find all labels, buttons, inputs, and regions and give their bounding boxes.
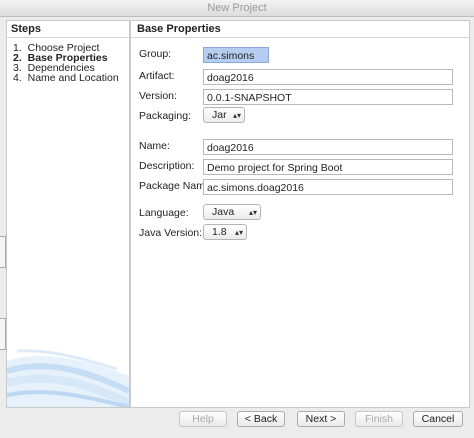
artifact-field[interactable]: doag2016 — [203, 69, 453, 85]
packaging-label: Packaging: — [139, 110, 191, 122]
packaging-select[interactable]: Jar ▴▾ — [203, 107, 245, 123]
back-button[interactable]: < Back — [237, 411, 285, 427]
package-name-field[interactable]: ac.simons.doag2016 — [203, 179, 453, 195]
chevron-up-down-icon: ▴▾ — [234, 228, 243, 237]
name-field[interactable]: doag2016 — [203, 139, 453, 155]
cancel-button[interactable]: Cancel — [413, 411, 463, 427]
packaging-selected-value: Jar — [212, 109, 227, 121]
panel-header-label: Base Properties — [137, 23, 221, 35]
new-project-dialog: New Project Steps 1. Choose Project 2. B… — [0, 0, 474, 438]
chevron-up-down-icon: ▴▾ — [232, 111, 241, 120]
java-version-selected-value: 1.8 — [212, 226, 227, 238]
description-field[interactable]: Demo project for Spring Boot — [203, 159, 453, 175]
version-label: Version: — [139, 90, 177, 102]
window-title: New Project — [207, 2, 267, 14]
step-name-and-location: 4. Name and Location — [13, 72, 119, 84]
name-label: Name: — [139, 140, 170, 152]
artifact-label: Artifact: — [139, 70, 175, 82]
help-button[interactable]: Help — [179, 411, 227, 427]
panel-header: Base Properties — [131, 21, 469, 38]
finish-button[interactable]: Finish — [355, 411, 403, 427]
group-label: Group: — [139, 48, 172, 60]
version-field[interactable]: 0.0.1-SNAPSHOT — [203, 89, 453, 105]
chevron-up-down-icon: ▴▾ — [248, 208, 257, 217]
language-label: Language: — [139, 207, 189, 219]
group-field[interactable]: ac.simons — [203, 47, 269, 63]
base-properties-panel: Base Properties Group: ac.simons Artifac… — [130, 20, 470, 408]
steps-panel: Steps 1. Choose Project 2. Base Properti… — [6, 20, 130, 408]
steps-header-label: Steps — [11, 23, 41, 35]
decorative-swoosh-graphic — [7, 349, 129, 407]
title-bar[interactable]: New Project — [0, 0, 474, 17]
language-select[interactable]: Java ▴▾ — [203, 204, 261, 220]
language-selected-value: Java — [212, 206, 235, 218]
next-button[interactable]: Next > — [297, 411, 345, 427]
java-version-label: Java Version: — [139, 227, 203, 239]
java-version-select[interactable]: 1.8 ▴▾ — [203, 224, 247, 240]
steps-header: Steps — [7, 21, 129, 38]
description-label: Description: — [139, 160, 195, 172]
